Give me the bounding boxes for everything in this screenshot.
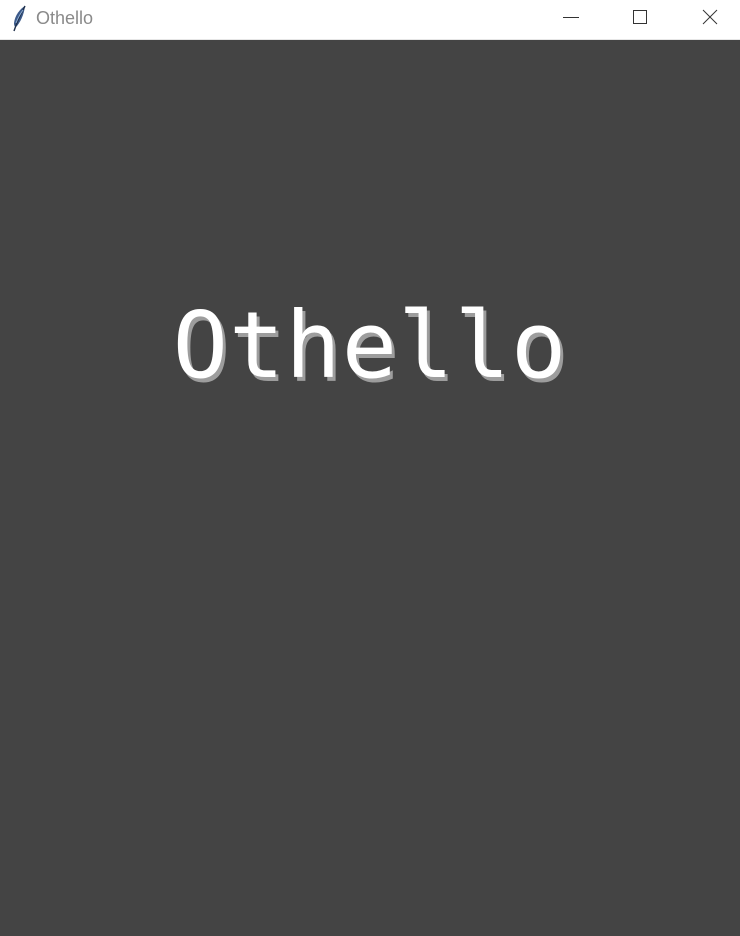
minimize-icon [563,17,579,18]
feather-icon [10,5,28,33]
window-title: Othello [36,8,94,28]
title-bar[interactable]: Othello [0,0,740,40]
maximize-icon [633,10,647,24]
minimize-button[interactable] [538,0,604,39]
close-button[interactable] [677,0,740,39]
app-window: Othello Othello [0,0,740,936]
close-icon [702,9,718,25]
maximize-button[interactable] [607,0,673,39]
game-title: Othello [172,292,568,399]
game-canvas[interactable]: Othello [0,41,740,936]
